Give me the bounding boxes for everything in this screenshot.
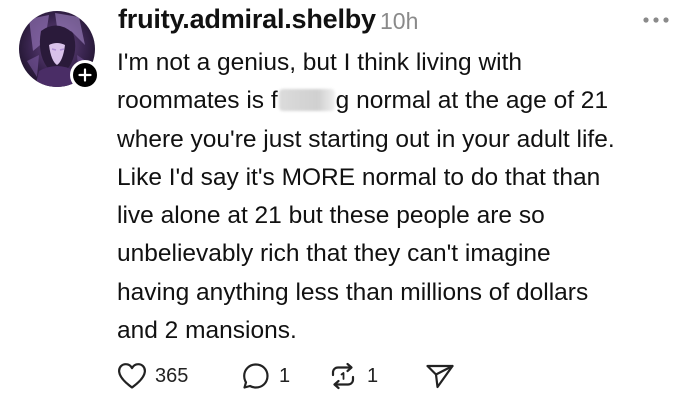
plus-icon [78, 68, 92, 82]
heart-icon [118, 363, 146, 389]
username-link[interactable]: fruity.admiral.shelby [118, 4, 376, 35]
post-line: live alone at 21 but these people are so [117, 202, 545, 230]
post-line: unbelievably rich that they can't imagin… [117, 240, 551, 268]
share-button[interactable] [425, 363, 455, 389]
like-button[interactable]: 365 [117, 362, 188, 390]
post-line: where you're just starting out in your a… [117, 125, 615, 153]
like-count: 365 [155, 364, 189, 387]
repost-button[interactable]: 1 [327, 362, 378, 390]
post-line: I'm not a genius, but I think living wit… [117, 49, 523, 76]
post-line: roommates is f g normal at the age of 21 [117, 82, 692, 120]
follow-button[interactable] [70, 60, 100, 90]
repost-count: 1 [367, 364, 379, 387]
post-text: I'm not a genius, but I think living wit… [117, 44, 692, 350]
post-line-segment: g normal at the age of 21 [335, 87, 609, 115]
censor-blur [278, 89, 335, 112]
send-icon [426, 364, 454, 389]
post-line: Like I'd say it's MORE normal to do that… [117, 163, 601, 191]
repost-icon [331, 362, 355, 390]
post-line-segment: roommates is f [117, 87, 278, 115]
reply-button[interactable]: 1 [241, 362, 290, 390]
reply-count: 1 [279, 364, 291, 387]
post-timestamp: 10h [380, 8, 419, 34]
post-line: having anything less than millions of do… [117, 278, 589, 306]
comment-icon [243, 363, 269, 389]
more-horizontal-icon[interactable] [641, 13, 671, 27]
post-line: and 2 mansions. [117, 317, 297, 345]
